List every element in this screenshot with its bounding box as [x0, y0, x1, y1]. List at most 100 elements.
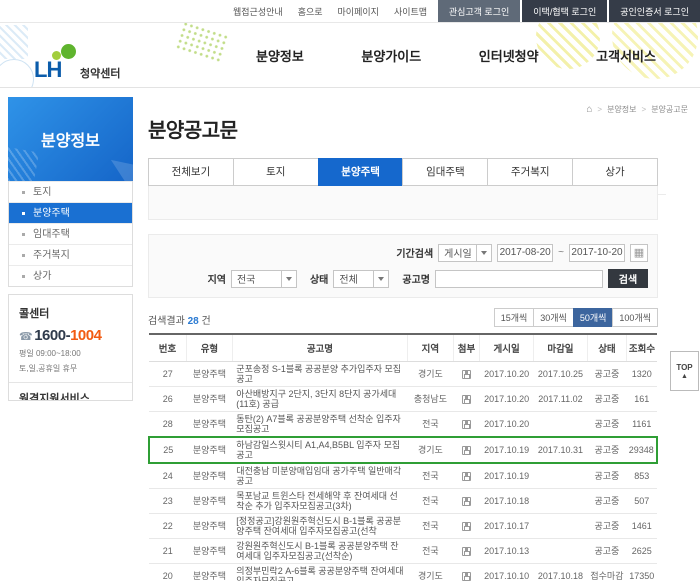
- cell-status: 공고중: [587, 513, 627, 539]
- topbar: 웹접근성안내 홈으로 마이페이지 사이트맵 관심고객 로그인 이택/협택 로그인…: [0, 0, 700, 23]
- attachment-icon[interactable]: [461, 446, 471, 456]
- notice-name-label: 공고명: [402, 275, 430, 286]
- page-size-100-button[interactable]: 100개씩: [612, 308, 658, 327]
- tab-sub-strip: [148, 186, 658, 220]
- cell-attach: [453, 538, 480, 564]
- cell-title-link[interactable]: 목포남교 트윈스타 전세해약 후 잔여세대 선착순 추가 입주자모집공고(3차): [232, 488, 408, 514]
- nav-sale-guide[interactable]: 분양가이드: [361, 46, 421, 65]
- tab-housing-welfare[interactable]: 주거복지: [487, 158, 574, 186]
- tab-shop[interactable]: 상가: [572, 158, 658, 186]
- attachment-icon[interactable]: [461, 497, 471, 507]
- region-select[interactable]: 전국: [230, 269, 297, 288]
- cell-title-link[interactable]: 대전충남 미분양매입임대 공가주택 일반매각 공고: [232, 463, 408, 489]
- page-size-30-button[interactable]: 30개씩: [533, 308, 574, 327]
- deco-green-dots: [174, 23, 230, 64]
- nav-customer-service[interactable]: 고객서비스: [596, 46, 656, 65]
- sidebar-item-land[interactable]: 토지: [9, 181, 132, 202]
- attachment-icon[interactable]: [461, 370, 471, 380]
- col-header-type: 유형: [186, 333, 233, 362]
- status-select-value: 전체: [339, 275, 358, 286]
- notice-name-input[interactable]: [435, 269, 603, 288]
- table-row: 27 분양주택 군포송정 S-1블록 공공분양 추가입주자 모집공고 경기도 2…: [149, 361, 657, 387]
- results-suffix: 건: [201, 316, 211, 327]
- interest-customer-login-button[interactable]: 관심고객 로그인: [437, 0, 521, 22]
- sidebar-item-rental-housing[interactable]: 임대주택: [9, 223, 132, 244]
- sidebar-item-shop[interactable]: 상가: [9, 265, 132, 286]
- deco-blue-circle: [0, 59, 34, 87]
- call-center-phone: ☎ 1600-1004: [19, 327, 122, 344]
- attachment-icon[interactable]: [461, 572, 471, 581]
- cell-title-link[interactable]: 강원원주혁신도시 B-1블록 공공분양주택 잔여세대 입주자모집공고(선착순): [232, 538, 408, 564]
- cell-attach: [453, 563, 480, 581]
- topbar-link-sitemap[interactable]: 사이트맵: [394, 5, 427, 18]
- topbar-links: 웹접근성안내 홈으로 마이페이지 사이트맵: [233, 0, 427, 22]
- attachment-icon[interactable]: [461, 472, 471, 482]
- sidebar-item-sale-housing[interactable]: 분양주택: [9, 202, 132, 223]
- sidebar-item-housing-welfare[interactable]: 주거복지: [9, 244, 132, 265]
- cell-views: 29348: [626, 436, 658, 464]
- table-row: 23 분양주택 목포남교 트윈스타 전세해약 후 잔여세대 선착순 추가 입주자…: [149, 488, 657, 514]
- topbar-link-accessibility[interactable]: 웹접근성안내: [233, 5, 283, 18]
- page-size-15-button[interactable]: 15개씩: [493, 308, 535, 327]
- tab-all[interactable]: 전체보기: [148, 158, 234, 186]
- cell-title-link[interactable]: [정정공고]강원원주혁신도시 B-1블록 공공분양주택 잔여세대 입주자모집공고…: [232, 513, 408, 539]
- main-content: 분양공고문 전체보기 토지 분양주택 임대주택 주거복지 상가 기간검색 게시일…: [148, 97, 658, 581]
- topbar-link-mypage[interactable]: 마이페이지: [338, 5, 379, 18]
- attachment-icon[interactable]: [461, 547, 471, 557]
- date-from-input[interactable]: [497, 243, 554, 262]
- site-header: LH 청약센터 분양정보 분양가이드 인터넷청약 고객서비스: [0, 23, 700, 88]
- cell-deadline: 2017.10.25: [533, 361, 588, 387]
- cell-title-link[interactable]: 군포송정 S-1블록 공공분양 추가입주자 모집공고: [232, 361, 408, 387]
- calendar-icon[interactable]: ▦: [630, 243, 648, 262]
- sidebar: 분양정보 공급계획 분양공고문 토지 분양주택 임대주택 주거복지 상가 분양정…: [8, 97, 666, 401]
- attachment-icon[interactable]: [461, 395, 471, 405]
- cell-title-link[interactable]: 아산배방지구 2단지, 3단지 8단지 공가세대(11호) 공급: [232, 386, 408, 412]
- attachment-icon[interactable]: [461, 420, 471, 430]
- tab-rental-housing[interactable]: 임대주택: [402, 158, 489, 186]
- certificate-login-button[interactable]: 공인인증서 로그인: [609, 0, 700, 22]
- cell-status: 공고중: [587, 386, 627, 412]
- etaek-hyeoptaek-login-button[interactable]: 이택/협택 로그인: [522, 0, 608, 22]
- nav-internet-subscription[interactable]: 인터넷청약: [479, 46, 539, 65]
- call-center-title: 콜센터: [19, 308, 50, 320]
- cell-posted: 2017.10.20: [479, 411, 534, 438]
- cell-deadline: 2017.10.31: [533, 436, 588, 464]
- attachment-icon[interactable]: [461, 522, 471, 532]
- cell-deadline: [533, 488, 588, 514]
- cell-region: 전국: [407, 463, 454, 489]
- cell-deadline: [533, 513, 588, 539]
- nav-sale-info[interactable]: 분양정보: [256, 46, 304, 65]
- logo-green-dot-large: [61, 44, 76, 59]
- cell-attach: [453, 463, 480, 489]
- cell-no: 24: [149, 463, 187, 489]
- cell-views: 853: [626, 463, 657, 489]
- page-size-50-button[interactable]: 50개씩: [572, 308, 614, 327]
- topbar-link-home[interactable]: 홈으로: [298, 5, 323, 18]
- cell-no: 20: [149, 563, 187, 581]
- cell-title-link[interactable]: 하남감일스윗시티 A1,A4,B5BL 입주자 모집공고: [232, 436, 408, 464]
- period-label: 기간검색: [396, 249, 434, 260]
- status-select[interactable]: 전체: [333, 269, 390, 288]
- col-header-region: 지역: [407, 333, 454, 362]
- cell-title-link[interactable]: 의정부민락2 A-6블록 공공분양주택 잔여세대 입주자모집공고: [232, 563, 408, 581]
- filter-row-keyword: 지역 전국 상태 전체 공고명 검색: [158, 269, 648, 288]
- period-select[interactable]: 게시일: [438, 243, 493, 262]
- table-row: 21 분양주택 강원원주혁신도시 B-1블록 공공분양주택 잔여세대 입주자모집…: [149, 538, 657, 564]
- search-button[interactable]: 검색: [608, 269, 648, 288]
- cell-title-link[interactable]: 동탄(2) A7블록 공공분양주택 선착순 입주자모집공고: [232, 411, 408, 438]
- sidebar-menu: 공급계획 분양공고문 토지 분양주택 임대주택 주거복지 상가 분양정보 공지사…: [8, 181, 666, 287]
- date-range-tilde: ~: [558, 247, 564, 258]
- date-to-input[interactable]: [569, 243, 625, 262]
- tab-sale-housing[interactable]: 분양주택: [317, 158, 404, 186]
- cell-type: 분양주택: [186, 513, 233, 539]
- tab-land[interactable]: 토지: [232, 158, 319, 186]
- page-title: 분양공고문: [148, 120, 238, 142]
- scroll-to-top-button[interactable]: TOP ▲: [670, 351, 699, 391]
- lh-logo[interactable]: LH 청약센터: [34, 44, 154, 83]
- cell-attach: [453, 361, 480, 387]
- chevron-down-icon: [476, 244, 491, 261]
- divider: [9, 382, 132, 383]
- cell-views: 1320: [626, 361, 657, 387]
- cell-type: 분양주택: [186, 463, 233, 489]
- cell-attach: [453, 488, 480, 514]
